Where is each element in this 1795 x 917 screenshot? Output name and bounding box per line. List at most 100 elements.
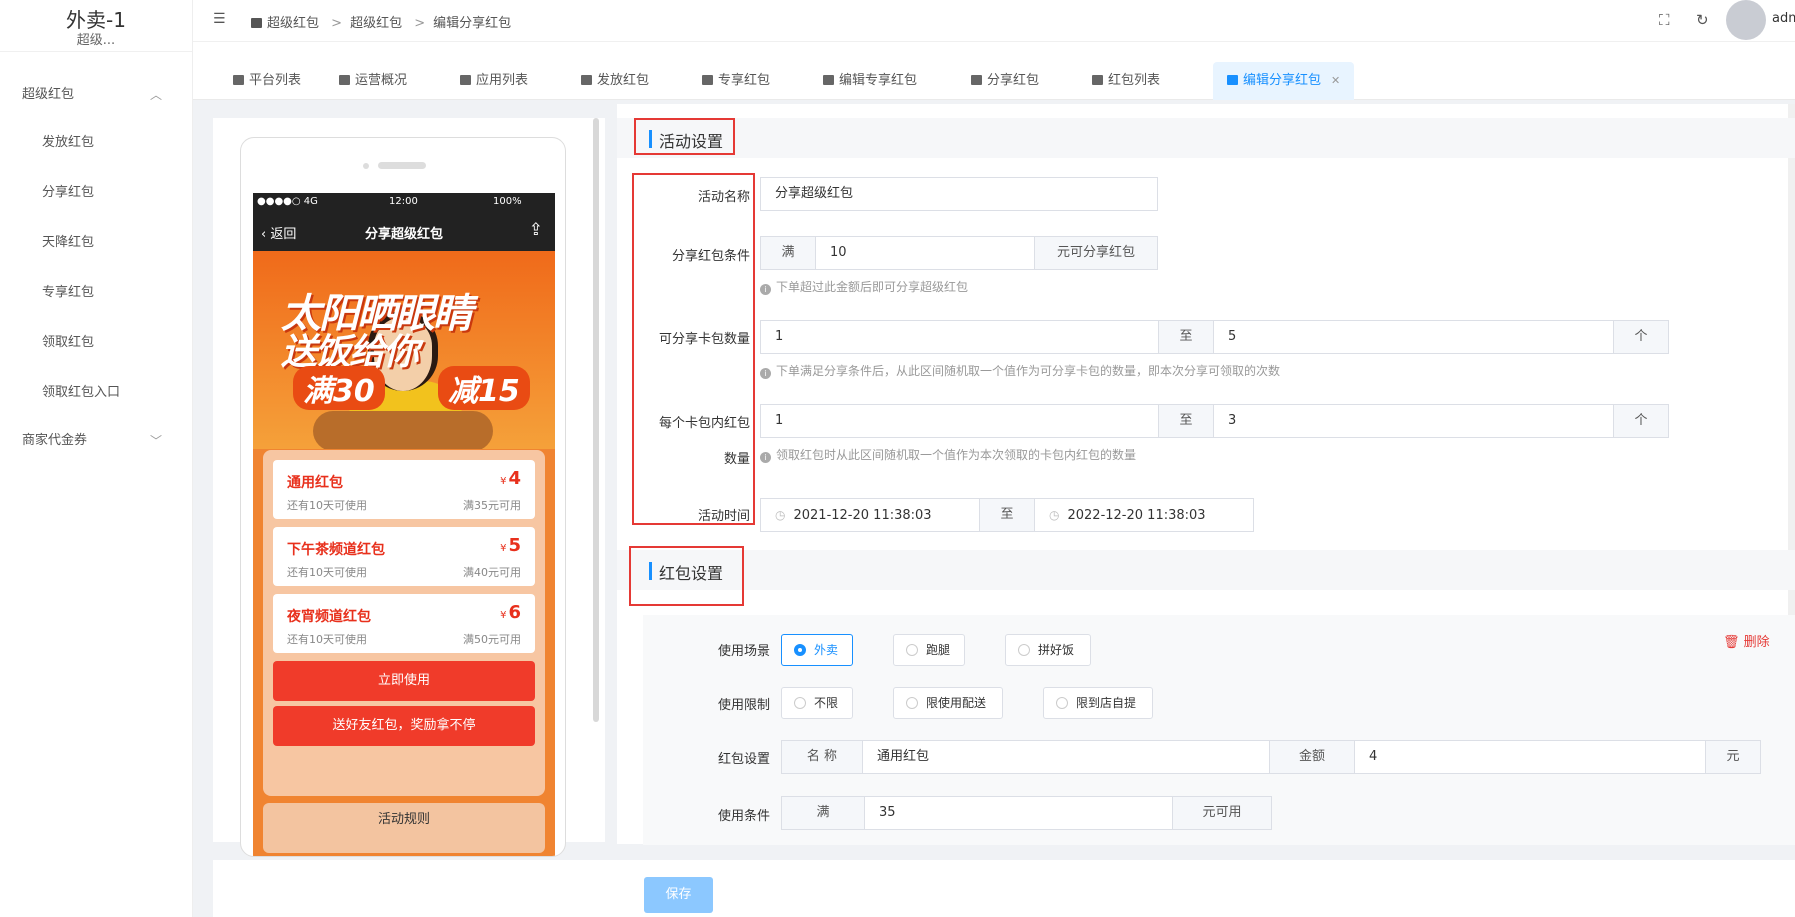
coupon-desc: 还有10天可使用: [287, 633, 367, 646]
share-condition-hint: i 下单超过此金额后即可分享超级红包: [760, 278, 968, 295]
use-condition-input[interactable]: 35: [864, 796, 1173, 830]
limit-radio-pickup[interactable]: 限到店自提: [1043, 687, 1153, 719]
carrier: ●●●●○ 4G: [257, 196, 318, 207]
app-subtitle: 超级...: [76, 33, 116, 48]
scene-radio-errand[interactable]: 跑腿: [893, 634, 965, 666]
share-icon[interactable]: ⇪: [529, 220, 543, 240]
chevron-down-icon: ﹀: [149, 434, 162, 448]
fullscreen-icon[interactable]: ⛶: [1659, 11, 1670, 29]
coupon-condition: 满50元可用: [463, 633, 521, 646]
menu-item-sky-redpacket[interactable]: 天降红包: [0, 218, 192, 268]
activity-end-time-input[interactable]: ◷ 2022-12-20 11:38:03: [1034, 498, 1254, 532]
avatar[interactable]: [1726, 0, 1766, 40]
unit-suffix: 个: [1613, 404, 1669, 438]
menu-item-claim-redpacket[interactable]: 领取红包: [0, 318, 192, 368]
coupon-list: 通用红包 ¥4 还有10天可使用 满35元可用 下午茶频道红包 ¥5 还有10天…: [263, 450, 545, 796]
info-icon: i: [760, 452, 771, 463]
share-condition-input[interactable]: 10: [815, 236, 1035, 270]
menu-group-label: 商家代金券: [22, 433, 88, 448]
close-icon[interactable]: ✕: [1331, 74, 1340, 87]
phone-navbar: ‹ 返回 分享超级红包 ⇪: [253, 211, 555, 251]
share-condition-label: 分享红包条件: [671, 249, 750, 264]
range-separator: 至: [1158, 404, 1214, 438]
breadcrumb-item[interactable]: 超级红包: [350, 16, 402, 31]
save-button[interactable]: 保存: [644, 877, 713, 913]
tab-share-redpacket[interactable]: 分享红包: [957, 62, 1053, 100]
radio-label: 限使用配送: [926, 696, 987, 710]
tab-exclusive-redpacket[interactable]: 专享红包: [688, 62, 784, 100]
tab-app-list[interactable]: 应用列表: [446, 62, 542, 100]
clock-icon: ◷: [1049, 508, 1060, 522]
per-card-min-input[interactable]: 1: [760, 404, 1159, 438]
activity-name-input[interactable]: 分享超级红包: [760, 177, 1158, 211]
tab-ops-overview[interactable]: 运营概况: [325, 62, 421, 100]
breadcrumb: 超级红包 > 超级红包 > 编辑分享红包: [251, 12, 511, 31]
coupon-amount: ¥5: [500, 535, 521, 556]
logo: 外卖-1 超级...: [0, 0, 192, 52]
grid-icon: [339, 75, 350, 85]
menu-group-merchant-voucher[interactable]: 商家代金券 ﹀: [0, 418, 192, 464]
limit-radio-none[interactable]: 不限: [781, 687, 853, 719]
scene-radio-takeout[interactable]: 外卖: [781, 634, 853, 666]
per-card-label-line2: 数量: [723, 452, 750, 467]
apps-icon: [460, 75, 471, 85]
use-now-button[interactable]: 立即使用: [273, 661, 535, 701]
info-icon: i: [760, 284, 771, 295]
breadcrumb-separator: >: [331, 16, 343, 31]
app-title: 外卖-1: [66, 8, 126, 32]
limit-radio-delivery[interactable]: 限使用配送: [893, 687, 1003, 719]
card-count-min-input[interactable]: 1: [760, 320, 1159, 354]
per-card-max-input[interactable]: 3: [1213, 404, 1614, 438]
share-friend-button[interactable]: 送好友红包，奖励拿不停: [273, 706, 535, 746]
tab-redpacket-list[interactable]: 红包列表: [1078, 62, 1174, 100]
rules-button[interactable]: 活动规则: [263, 803, 545, 853]
refresh-icon[interactable]: ↻: [1696, 11, 1709, 29]
hint-text: 下单超过此金额后即可分享超级红包: [776, 280, 969, 294]
currency: ¥: [500, 476, 507, 487]
tab-label: 应用列表: [476, 73, 529, 88]
scene-label: 使用场景: [717, 644, 770, 659]
user-name[interactable]: adm: [1772, 11, 1795, 26]
radio-icon: [1018, 644, 1030, 656]
menu-item-claim-entry[interactable]: 领取红包入口: [0, 368, 192, 418]
breadcrumb-item[interactable]: 超级红包: [267, 16, 319, 31]
menu-item-exclusive-redpacket[interactable]: 专享红包: [0, 268, 192, 318]
coupon-name: 通用红包: [287, 475, 343, 491]
status-bar: ●●●●○ 4G 12:00 100%: [253, 193, 555, 211]
tab-label: 发放红包: [597, 73, 650, 88]
scene-radio-group-meal[interactable]: 拼好饭: [1005, 634, 1091, 666]
tab-label: 编辑分享红包: [1243, 73, 1322, 88]
tab-edit-exclusive[interactable]: 编辑专享红包: [809, 62, 931, 100]
food-illustration: [313, 411, 493, 449]
coupon-amount-value: 6: [508, 602, 521, 623]
share-condition-suffix: 元可分享红包: [1034, 236, 1158, 270]
redpacket-name-input[interactable]: 通用红包: [862, 740, 1270, 774]
trash-icon: 🗑: [1723, 635, 1740, 650]
range-separator: 至: [979, 498, 1035, 532]
tab-platform-list[interactable]: 平台列表: [219, 62, 315, 100]
coupon-amount-value: 5: [508, 535, 521, 556]
banner-tag2: 减15: [438, 366, 530, 410]
menu-group-super-redpacket[interactable]: 超级红包 ︿: [0, 72, 192, 118]
tab-issue-redpacket[interactable]: 发放红包: [567, 62, 663, 100]
tab-label: 红包列表: [1108, 73, 1161, 88]
card-count-max-input[interactable]: 5: [1213, 320, 1614, 354]
preview-scrollbar[interactable]: [593, 118, 599, 722]
list-icon: [233, 75, 244, 85]
redpacket-icon: [1227, 75, 1238, 85]
redpacket-icon: [1092, 75, 1103, 85]
breadcrumb-item: 编辑分享红包: [433, 16, 512, 31]
share-condition-prefix: 满: [760, 236, 816, 270]
menu-item-share-redpacket[interactable]: 分享红包: [0, 168, 192, 218]
delete-button[interactable]: 🗑 删除: [1723, 631, 1770, 650]
activity-time-label: 活动时间: [697, 509, 750, 524]
activity-start-time-input[interactable]: ◷ 2021-12-20 11:38:03: [760, 498, 980, 532]
name-addon: 名 称: [781, 740, 863, 774]
menu-group-label: 超级红包: [22, 87, 75, 102]
tab-edit-share[interactable]: 编辑分享红包 ✕: [1213, 62, 1355, 100]
coupon-card: 夜宵频道红包 ¥6 还有10天可使用 满50元可用: [273, 594, 535, 653]
redpacket-amount-input[interactable]: 4: [1354, 740, 1706, 774]
menu-fold-icon[interactable]: ☰: [213, 11, 226, 27]
menu-item-issue-redpacket[interactable]: 发放红包: [0, 118, 192, 168]
use-condition-suffix: 元可用: [1172, 796, 1272, 830]
